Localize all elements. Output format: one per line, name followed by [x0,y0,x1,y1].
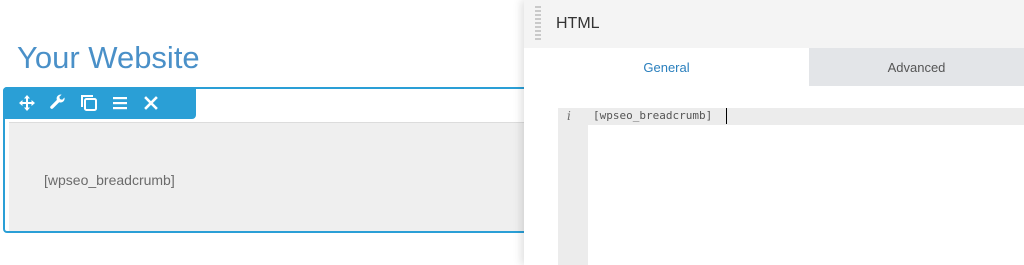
panel-tabs: General Advanced [524,48,1024,86]
module-content: [wpseo_breadcrumb] [44,172,175,188]
panel-header: HTML [524,0,1024,48]
settings-panel: HTML General Advanced i [wpseo_breadcrum… [524,0,1024,265]
text-caret [726,108,727,124]
panel-title: HTML [556,15,600,32]
move-icon [18,94,36,112]
close-icon [143,95,159,111]
duplicate-icon [80,94,98,112]
drag-handle-icon[interactable] [535,6,541,42]
page-builder-screen: Your Website [wpseo_breadcrumb] HTML Gen… [0,0,1024,265]
menu-icon [111,94,129,112]
row-menu-button[interactable] [107,91,133,115]
info-icon: i [567,109,571,123]
module-toolbar [3,87,196,119]
remove-button[interactable] [138,91,164,115]
wrench-icon [49,94,67,112]
tab-general[interactable]: General [524,48,809,86]
code-editor[interactable]: i [wpseo_breadcrumb] [558,108,1024,265]
settings-button[interactable] [45,91,71,115]
move-button[interactable] [14,91,40,115]
tab-advanced[interactable]: Advanced [809,48,1024,86]
duplicate-button[interactable] [76,91,102,115]
editor-gutter: i [558,108,588,265]
code-line[interactable]: [wpseo_breadcrumb] [593,109,712,122]
site-title: Your Website [17,40,200,75]
